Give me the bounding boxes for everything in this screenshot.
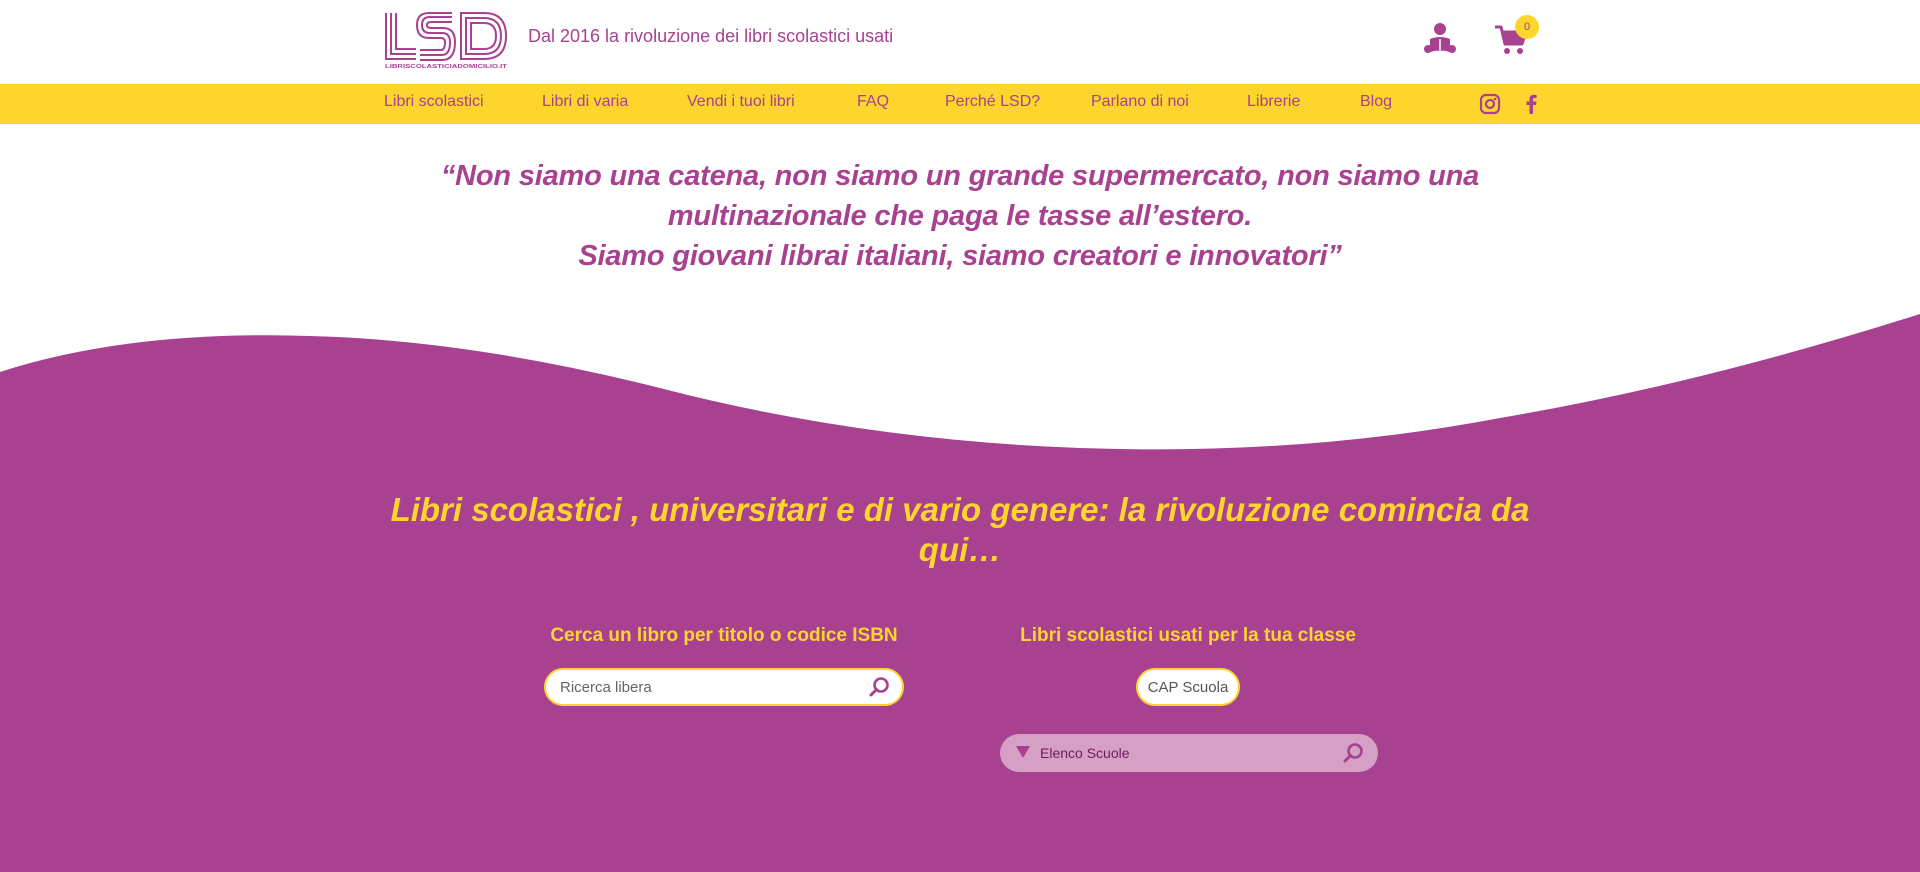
quote-line-2: multinazionale che paga le tasse all’est… (667, 200, 1253, 232)
nav-item-libri-scolastici[interactable]: Libri scolastici (384, 93, 484, 111)
cap-field (1136, 668, 1240, 706)
quote-line-3: Siamo giovani librai italiani, siamo cre… (578, 240, 1342, 272)
class-search-title: Libri scolastici usati per la tua classe (1020, 625, 1356, 646)
search-section-title: Cerca un libro per titolo o codice ISBN (550, 625, 898, 646)
school-list-label: Elenco Scuole (1040, 745, 1130, 761)
cap-scuola-input[interactable] (1138, 670, 1238, 704)
nav-item-blog[interactable]: Blog (1360, 93, 1392, 111)
quote-line-1: “Non siamo una catena, non siamo un gran… (440, 160, 1480, 192)
site-tagline: Dal 2016 la rivoluzione dei libri scolas… (528, 26, 894, 46)
nav-item-parlano-di-noi[interactable]: Parlano di noi (1091, 93, 1189, 111)
logo-subtext: LIBRISCOLASTICIADOMICILIO.IT (385, 64, 508, 69)
cart-count-badge: 0 (1515, 15, 1539, 39)
nav-item-perche-lsd[interactable]: Perché LSD? (945, 93, 1040, 111)
free-search-box (544, 668, 904, 706)
nav-item-vendi[interactable]: Vendi i tuoi libri (687, 93, 795, 111)
nav-item-libri-di-varia[interactable]: Libri di varia (542, 93, 628, 111)
nav-item-faq[interactable]: FAQ (857, 93, 889, 111)
purple-wave-background (0, 314, 1920, 872)
main-nav: Libri scolastici Libri di varia Vendi i … (0, 84, 1920, 124)
reader-user-icon[interactable] (1424, 22, 1456, 58)
school-search-icon[interactable] (1342, 742, 1364, 764)
nav-item-librerie[interactable]: Librerie (1247, 93, 1300, 111)
school-list-select[interactable]: Elenco Scuole (1000, 734, 1378, 772)
search-icon[interactable] (868, 676, 890, 698)
hero-title-line-1: Libri scolastici , universitari e di var… (390, 491, 1530, 528)
dropdown-arrow-icon (1016, 746, 1030, 758)
page: LIBRISCOLASTICIADOMICILIO.IT Dal 2016 la… (0, 0, 1920, 872)
hero-title: Libri scolastici , universitari e di var… (360, 490, 1560, 570)
mission-quote: “Non siamo una catena, non siamo un gran… (360, 156, 1560, 276)
facebook-icon[interactable] (1520, 93, 1542, 115)
hero-title-line-2: qui… (918, 531, 1002, 568)
free-search-input[interactable] (560, 670, 850, 704)
instagram-icon[interactable] (1479, 93, 1501, 115)
site-header: LIBRISCOLASTICIADOMICILIO.IT Dal 2016 la… (0, 0, 1920, 84)
site-logo[interactable]: LIBRISCOLASTICIADOMICILIO.IT (384, 11, 510, 70)
